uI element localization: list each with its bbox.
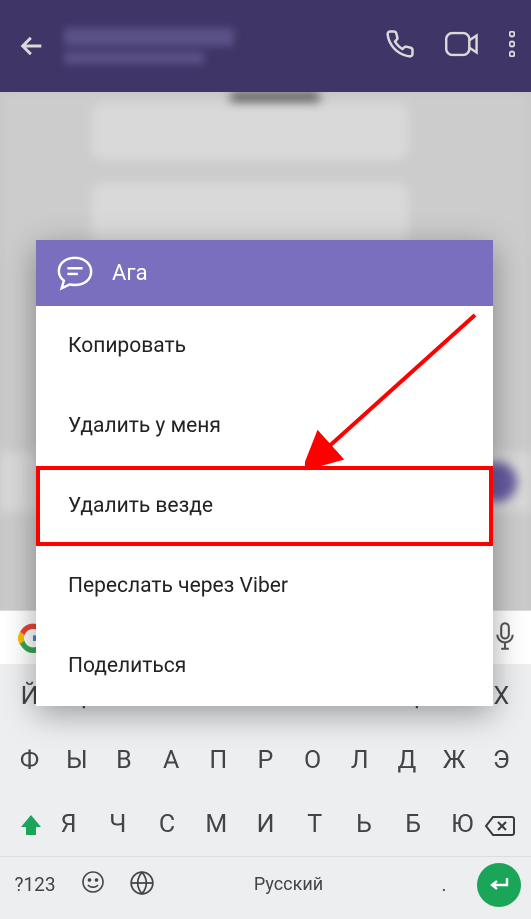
keyboard-row-3: Я Ч С М И Т Ь Б Ю bbox=[0, 792, 531, 856]
symbols-key[interactable]: ?123 bbox=[10, 873, 60, 896]
key[interactable]: Б bbox=[392, 810, 434, 839]
space-key[interactable]: Русский bbox=[166, 874, 411, 895]
key[interactable]: Ь bbox=[343, 810, 385, 839]
menu-item-share[interactable]: Поделиться bbox=[36, 626, 493, 706]
key[interactable]: О bbox=[292, 746, 334, 775]
key[interactable]: Ы bbox=[56, 746, 98, 775]
keyboard-row-4: ?123 Русский . bbox=[0, 856, 531, 912]
menu-item-label: Копировать bbox=[68, 334, 186, 358]
period-key[interactable]: . bbox=[419, 873, 469, 896]
key[interactable]: В bbox=[103, 746, 145, 775]
menu-item-label: Переслать через Viber bbox=[68, 574, 288, 598]
key[interactable]: Ж bbox=[433, 746, 475, 775]
key[interactable]: П bbox=[197, 746, 239, 775]
menu-item-copy[interactable]: Копировать bbox=[36, 306, 493, 386]
key[interactable]: Ф bbox=[9, 746, 51, 775]
menu-item-label: Удалить у меня bbox=[68, 414, 221, 438]
key[interactable]: М bbox=[195, 810, 237, 839]
key[interactable]: И bbox=[244, 810, 286, 839]
emoji-key[interactable] bbox=[68, 870, 118, 899]
backspace-key[interactable] bbox=[477, 806, 523, 846]
mic-icon[interactable] bbox=[495, 622, 515, 654]
menu-item-delete-for-me[interactable]: Удалить у меня bbox=[36, 386, 493, 466]
context-menu: Ага Копировать Удалить у меня Удалить ве… bbox=[36, 240, 493, 706]
key[interactable]: Д bbox=[386, 746, 428, 775]
key[interactable]: Э bbox=[480, 746, 522, 775]
key[interactable]: С bbox=[146, 810, 188, 839]
menu-item-label: Поделиться bbox=[68, 654, 186, 678]
key[interactable]: Т bbox=[294, 810, 336, 839]
shift-key[interactable] bbox=[8, 806, 54, 846]
key[interactable]: А bbox=[150, 746, 192, 775]
language-key[interactable] bbox=[126, 870, 158, 900]
chat-bubble-icon bbox=[56, 254, 94, 292]
keyboard-row-2: Ф Ы В А П Р О Л Д Ж Э bbox=[0, 728, 531, 792]
menu-item-label: Удалить везде bbox=[68, 494, 213, 518]
context-menu-title: Ага bbox=[112, 261, 148, 286]
key[interactable]: Р bbox=[244, 746, 286, 775]
screen: Й Ц У К Е Н Г Ш Щ З Х Ф Ы В А П Р О Л Д … bbox=[0, 0, 531, 919]
key[interactable]: Л bbox=[339, 746, 381, 775]
menu-item-delete-everywhere[interactable]: Удалить везде bbox=[36, 466, 493, 546]
context-menu-header: Ага bbox=[36, 240, 493, 306]
enter-key[interactable] bbox=[477, 863, 521, 907]
key[interactable]: Ч bbox=[97, 810, 139, 839]
menu-item-forward-viber[interactable]: Переслать через Viber bbox=[36, 546, 493, 626]
